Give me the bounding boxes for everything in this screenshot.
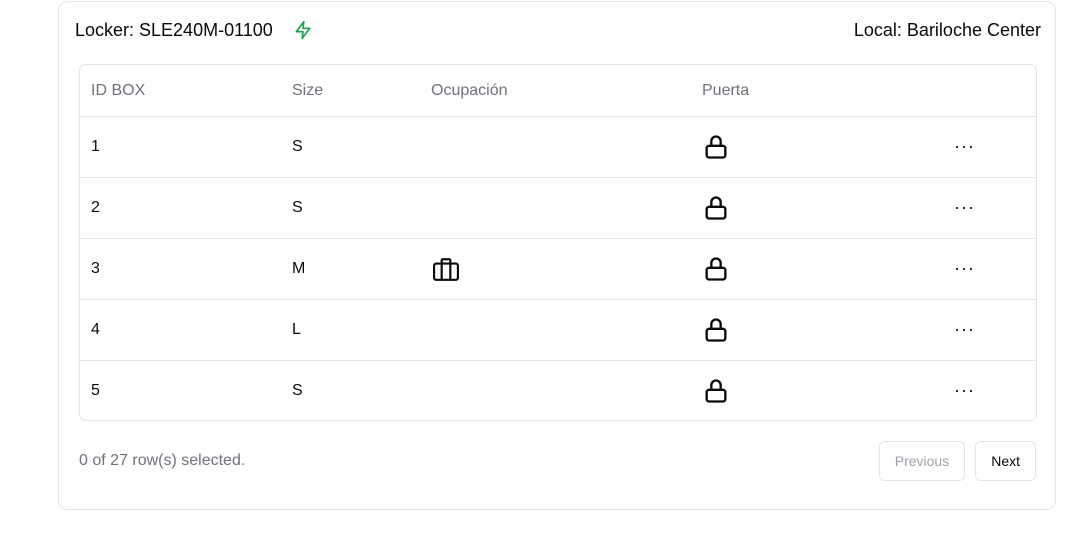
luggage-icon [431, 256, 461, 282]
cell-size: S [281, 116, 420, 178]
lock-icon[interactable] [702, 316, 730, 344]
column-header-actions [941, 65, 1036, 117]
cell-occupation [420, 299, 691, 361]
cell-id-box: 4 [80, 299, 281, 361]
cell-size: S [292, 382, 303, 399]
cell-occupation [420, 361, 691, 421]
cell-actions: ··· [941, 116, 1036, 178]
cell-actions: ··· [941, 238, 1036, 300]
card-header: Locker: SLE240M-01100 Local: Bariloche C… [75, 18, 1041, 42]
cell-actions: ··· [941, 361, 1036, 421]
cell-id-box: 5 [91, 382, 100, 399]
cell-actions: ··· [941, 177, 1036, 239]
table-row[interactable]: 3 M ··· [80, 238, 1036, 300]
cell-door [691, 361, 941, 421]
next-page-button[interactable]: Next [975, 441, 1036, 481]
table-row[interactable]: 4 L ··· [80, 299, 1036, 361]
lock-icon[interactable] [702, 377, 730, 405]
row-actions-menu-button[interactable]: ··· [952, 137, 977, 155]
cell-actions: ··· [941, 299, 1036, 361]
table-row[interactable]: 5 S ··· [80, 361, 1036, 421]
previous-page-button[interactable]: Previous [878, 441, 966, 481]
cell-size: S [281, 177, 420, 239]
column-header-door[interactable]: Puerta [691, 65, 941, 117]
lock-icon[interactable] [702, 255, 730, 283]
table-row[interactable]: 2 S ··· [80, 177, 1036, 239]
cell-door [691, 238, 941, 300]
row-selection-count: 0 of 27 row(s) selected. [79, 452, 246, 469]
row-actions-menu-button[interactable]: ··· [952, 381, 977, 399]
locker-card: Locker: SLE240M-01100 Local: Bariloche C… [58, 1, 1056, 510]
cell-size: M [281, 238, 420, 300]
row-actions-menu-button[interactable]: ··· [952, 320, 977, 338]
locker-heading: Locker: SLE240M-01100 [75, 19, 313, 41]
lock-icon[interactable] [702, 194, 730, 222]
lock-icon[interactable] [702, 133, 730, 161]
table-header-row: ID BOX Size Ocupación Puerta [80, 65, 1036, 117]
cell-occupation [420, 177, 691, 239]
table-row[interactable]: 1 S ··· [80, 116, 1036, 178]
table-footer: 0 of 27 row(s) selected. Previous Next [79, 441, 1036, 481]
column-header-occupation[interactable]: Ocupación [420, 65, 691, 117]
column-header-id-box[interactable]: ID BOX [80, 65, 281, 117]
cell-door [691, 177, 941, 239]
cell-occupation [420, 238, 691, 300]
boxes-table: ID BOX Size Ocupación Puerta 1 S ··· 2 S ··· 3… [79, 64, 1037, 421]
cell-id-box: 3 [80, 238, 281, 300]
column-header-size[interactable]: Size [281, 65, 420, 117]
pagination: Previous Next [878, 441, 1036, 481]
locker-title: Locker: SLE240M-01100 [75, 19, 273, 40]
cell-occupation [420, 116, 691, 178]
cell-door [691, 299, 941, 361]
row-actions-menu-button[interactable]: ··· [952, 198, 977, 216]
lightning-bolt-icon [293, 19, 313, 41]
local-title: Local: Bariloche Center [853, 19, 1041, 40]
cell-door [691, 116, 941, 178]
row-actions-menu-button[interactable]: ··· [952, 259, 977, 277]
cell-id-box: 1 [80, 116, 281, 178]
cell-id-box: 2 [80, 177, 281, 239]
cell-size: L [281, 299, 420, 361]
